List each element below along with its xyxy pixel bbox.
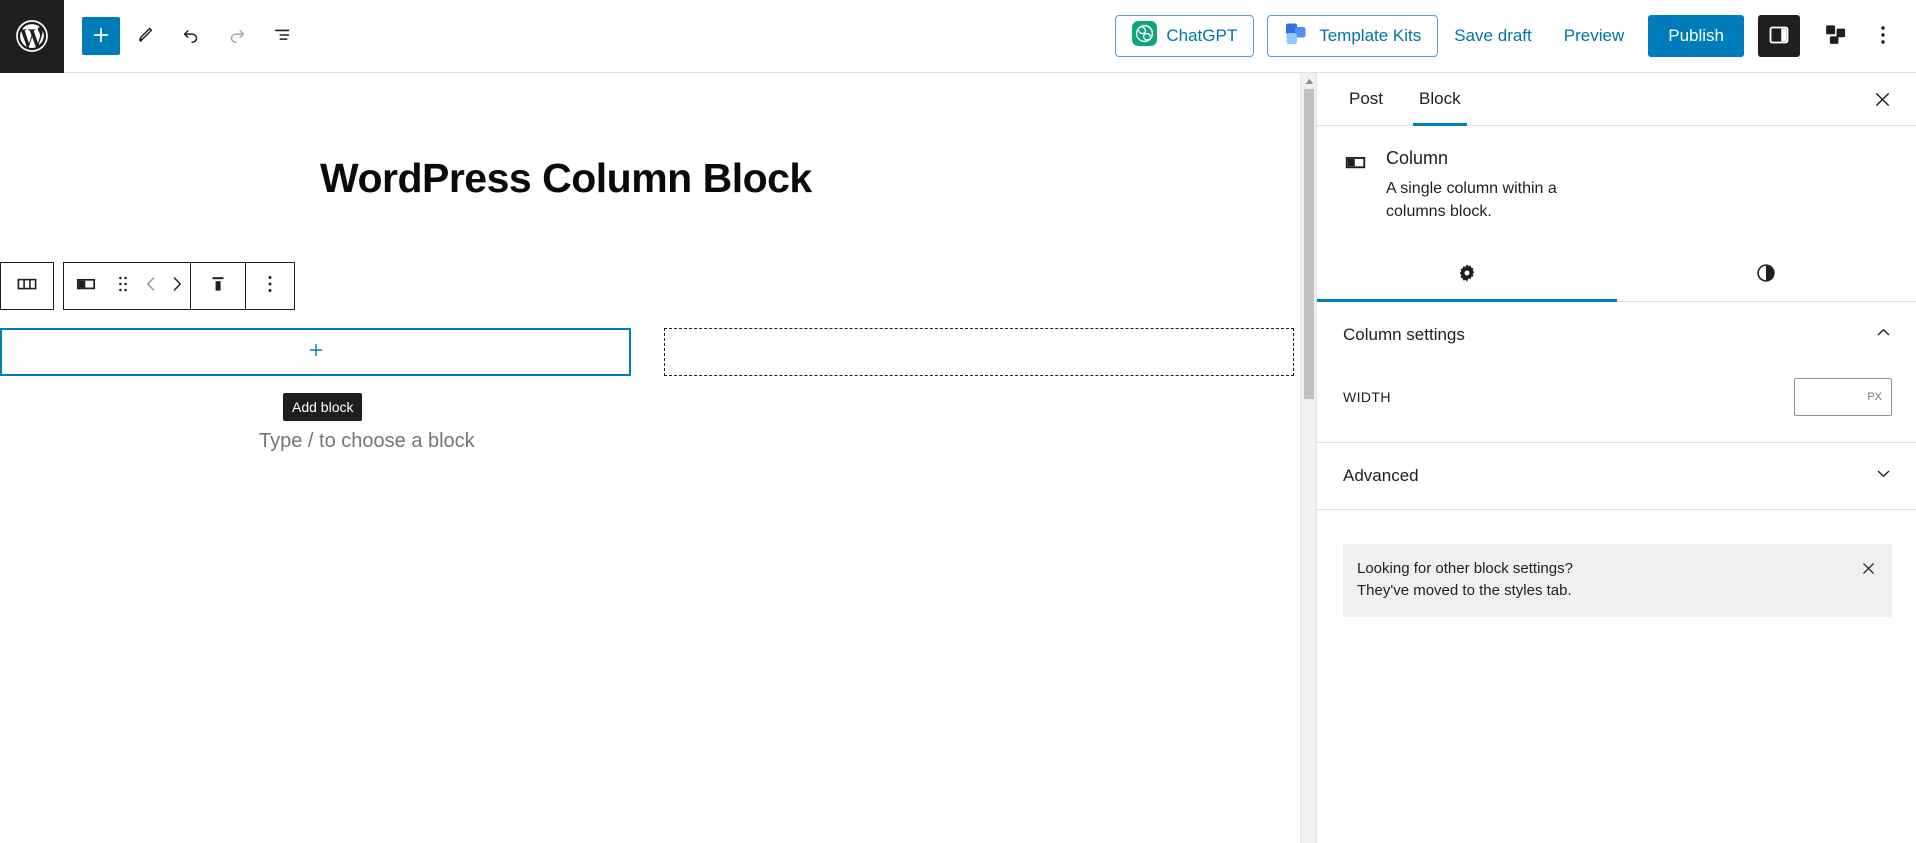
template-kits-icon [1284,21,1310,52]
drag-dots-icon [118,275,128,298]
block-title: Column [1386,148,1449,168]
block-options-button[interactable] [246,263,294,309]
vertical-ellipsis-icon [1880,24,1886,49]
columns-icon [15,272,39,301]
wordpress-logo-icon [15,19,49,53]
settings-sidebar-toggle[interactable] [1758,15,1800,57]
select-parent-block-button[interactable] [0,262,54,310]
notice-line-1: Looking for other block settings? [1357,560,1573,578]
add-block-inserter[interactable] [306,340,326,364]
chatgpt-label: ChatGPT [1166,26,1238,45]
width-label: WIDTH [1343,389,1391,406]
gear-icon [1456,262,1478,287]
plus-icon [90,24,112,49]
dismiss-notice-button[interactable] [1860,560,1877,580]
undo-arrow-icon [180,24,202,49]
scroll-up-arrow-icon[interactable] [1301,73,1317,89]
block-card-text: Column A single column within a columns … [1386,148,1618,223]
publish-button[interactable]: Publish [1648,15,1744,57]
chevron-down-icon [1875,465,1892,487]
block-type-button[interactable] [64,263,108,309]
wordpress-logo-button[interactable] [0,0,64,73]
list-view-icon [272,24,294,49]
block-toolbar [0,262,295,310]
header-tools-group [82,15,304,57]
styles-tab[interactable] [1617,247,1916,301]
advanced-panel-header[interactable]: Advanced [1317,443,1916,511]
notice-text: Looking for other block settings? They'v… [1357,558,1850,602]
add-block-toggle[interactable] [82,17,120,55]
editor-canvas[interactable]: WordPress Column Block Add block Type / … [0,73,1300,843]
tab-post[interactable]: Post [1331,73,1401,126]
column-settings-panel-header[interactable]: Column settings [1317,302,1916,368]
pencil-icon [134,24,156,49]
document-overview-button[interactable] [262,15,304,57]
width-field-row: WIDTH PX [1343,378,1892,417]
redo-button[interactable] [216,15,258,57]
page-title[interactable]: WordPress Column Block [320,155,812,202]
paragraph-placeholder[interactable]: Type / to choose a block [259,430,475,453]
notice-line-2: They've moved to the styles tab. [1357,582,1572,600]
columns-block [0,328,1294,376]
contrast-half-circle-icon [1755,262,1777,287]
close-icon [1860,563,1877,580]
column-icon [74,272,98,301]
close-sidebar-button[interactable] [1866,85,1898,117]
chevron-right-icon [169,275,185,298]
preview-button[interactable]: Preview [1548,15,1640,57]
redo-arrow-icon [226,24,248,49]
more-options-button[interactable] [1866,15,1900,57]
vertical-align-button[interactable] [191,263,245,309]
sidebar-tabs: Post Block [1317,73,1916,126]
block-card: Column A single column within a columns … [1317,126,1916,227]
save-draft-button[interactable]: Save draft [1438,15,1548,57]
add-block-tooltip: Add block [283,393,363,421]
canvas-scrollbar[interactable] [1300,73,1316,843]
tab-block[interactable]: Block [1401,73,1479,126]
chatgpt-icon [1132,21,1158,51]
chevron-left-icon [143,275,159,298]
settings-sidebar: Post Block Column A single column within… [1316,73,1916,843]
block-patterns-icon [1823,22,1848,50]
align-top-icon [206,272,230,301]
canvas-scrollbar-thumb[interactable] [1304,89,1314,399]
sidebar-icon-tabs [1317,247,1916,303]
edit-tool-toggle[interactable] [124,15,166,57]
settings-tab[interactable] [1317,247,1617,303]
undo-button[interactable] [170,15,212,57]
move-right-button[interactable] [163,263,190,309]
block-patterns-button[interactable] [1814,15,1856,57]
column-icon [1343,150,1368,180]
template-kits-button[interactable]: Template Kits [1267,15,1439,57]
chatgpt-button[interactable]: ChatGPT [1115,15,1255,57]
sidebar-panel-icon [1767,23,1791,50]
block-toolbar-main [63,262,295,310]
template-kits-label: Template Kits [1319,26,1422,45]
column-settings-panel-body: WIDTH PX [1317,368,1916,444]
editor-header: ChatGPT Template Kits Save draft Preview… [0,0,1916,73]
column-block-selected[interactable] [0,328,631,376]
chevron-up-icon [1875,324,1892,346]
width-unit-label: PX [1867,391,1882,404]
drag-handle[interactable] [108,263,138,309]
move-left-button[interactable] [138,263,163,309]
column-settings-title: Column settings [1343,325,1465,345]
advanced-title: Advanced [1343,466,1419,486]
width-input[interactable]: PX [1794,378,1892,417]
block-description: A single column within a columns block. [1386,180,1557,220]
vertical-ellipsis-icon [267,274,273,299]
styles-moved-notice: Looking for other block settings? They'v… [1343,544,1892,617]
column-block-empty[interactable] [664,328,1294,376]
header-actions: ChatGPT Template Kits Save draft Preview… [1115,15,1916,57]
close-icon [1873,90,1892,112]
